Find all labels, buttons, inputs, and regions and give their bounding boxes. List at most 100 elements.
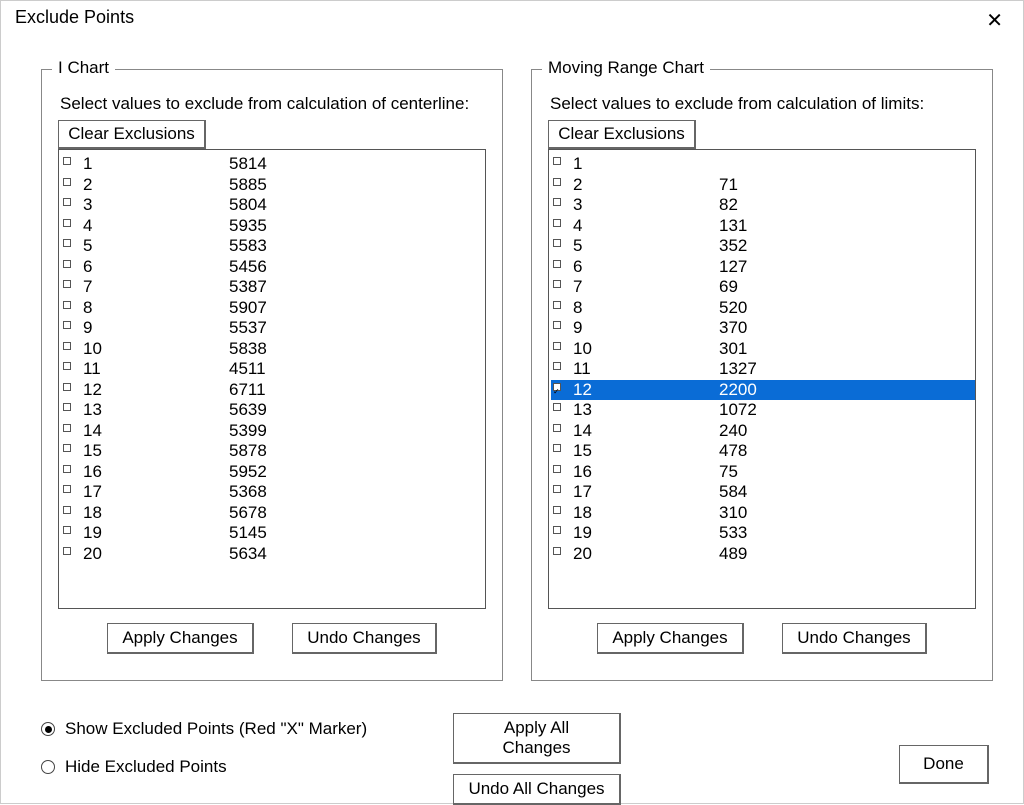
mr-chart-row[interactable]: 271	[551, 175, 975, 196]
checkbox-icon[interactable]	[63, 178, 71, 186]
checkbox-icon[interactable]	[63, 383, 71, 391]
mr-chart-row[interactable]: 8520	[551, 298, 975, 319]
i-chart-row[interactable]: 35804	[61, 195, 485, 216]
close-icon[interactable]: ✕	[986, 11, 1003, 31]
checkbox-icon[interactable]	[63, 157, 71, 165]
checkbox-icon[interactable]	[553, 321, 561, 329]
mr-chart-row[interactable]: 1675	[551, 462, 975, 483]
mr-chart-row[interactable]: 20489	[551, 544, 975, 565]
i-chart-row[interactable]: 145399	[61, 421, 485, 442]
checkbox-icon[interactable]	[63, 362, 71, 370]
checkbox-icon[interactable]	[553, 239, 561, 247]
row-index: 14	[571, 421, 719, 442]
row-value: 5145	[229, 523, 485, 544]
mr-chart-row[interactable]: 18310	[551, 503, 975, 524]
row-index: 9	[571, 318, 719, 339]
checkbox-icon[interactable]	[63, 465, 71, 473]
checkbox-icon[interactable]	[63, 280, 71, 288]
checkbox-icon[interactable]	[553, 424, 561, 432]
mr-chart-row[interactable]: 14240	[551, 421, 975, 442]
i-chart-row[interactable]: 15814	[61, 154, 485, 175]
checkbox-icon[interactable]	[553, 547, 561, 555]
i-chart-clear-button[interactable]: Clear Exclusions	[58, 120, 206, 149]
checkbox-icon[interactable]	[63, 239, 71, 247]
checkbox-icon[interactable]	[553, 198, 561, 206]
mr-chart-row[interactable]: 10301	[551, 339, 975, 360]
checkbox-icon[interactable]	[553, 485, 561, 493]
mr-chart-row[interactable]: 111327	[551, 359, 975, 380]
i-chart-row[interactable]: 114511	[61, 359, 485, 380]
checkbox-icon[interactable]	[553, 444, 561, 452]
mr-chart-undo-button[interactable]: Undo Changes	[782, 623, 926, 654]
checkbox-icon[interactable]	[63, 444, 71, 452]
mr-chart-row[interactable]: 122200	[551, 380, 975, 401]
mr-chart-row[interactable]: 1	[551, 154, 975, 175]
row-index: 16	[571, 462, 719, 483]
i-chart-row[interactable]: 126711	[61, 380, 485, 401]
i-chart-row[interactable]: 165952	[61, 462, 485, 483]
checkbox-icon[interactable]	[63, 301, 71, 309]
i-chart-row[interactable]: 195145	[61, 523, 485, 544]
i-chart-row[interactable]: 75387	[61, 277, 485, 298]
done-button[interactable]: Done	[899, 745, 989, 784]
i-chart-row[interactable]: 45935	[61, 216, 485, 237]
i-chart-row[interactable]: 55583	[61, 236, 485, 257]
mr-chart-apply-button[interactable]: Apply Changes	[597, 623, 743, 654]
i-chart-row[interactable]: 95537	[61, 318, 485, 339]
checkbox-icon[interactable]	[63, 485, 71, 493]
mr-chart-row[interactable]: 6127	[551, 257, 975, 278]
i-chart-row[interactable]: 135639	[61, 400, 485, 421]
i-chart-row[interactable]: 175368	[61, 482, 485, 503]
i-chart-apply-button[interactable]: Apply Changes	[107, 623, 253, 654]
checkbox-icon[interactable]	[63, 260, 71, 268]
checkbox-icon[interactable]	[553, 219, 561, 227]
checkbox-icon[interactable]	[63, 526, 71, 534]
checkbox-icon[interactable]	[553, 465, 561, 473]
undo-all-button[interactable]: Undo All Changes	[453, 774, 621, 805]
mr-chart-row[interactable]: 131072	[551, 400, 975, 421]
mr-chart-clear-button[interactable]: Clear Exclusions	[548, 120, 696, 149]
i-chart-list[interactable]: 1581425885358044593555583654567538785907…	[58, 149, 486, 609]
checkbox-icon[interactable]	[63, 403, 71, 411]
mr-chart-row[interactable]: 382	[551, 195, 975, 216]
row-value: 5935	[229, 216, 485, 237]
mr-chart-row[interactable]: 19533	[551, 523, 975, 544]
checkbox-icon[interactable]	[553, 383, 561, 391]
i-chart-row[interactable]: 155878	[61, 441, 485, 462]
checkbox-icon[interactable]	[553, 506, 561, 514]
checkbox-icon[interactable]	[553, 280, 561, 288]
checkbox-icon[interactable]	[63, 198, 71, 206]
mr-chart-row[interactable]: 4131	[551, 216, 975, 237]
checkbox-icon[interactable]	[553, 526, 561, 534]
mr-chart-list[interactable]: 1271382413153526127769852093701030111132…	[548, 149, 976, 609]
checkbox-icon[interactable]	[63, 424, 71, 432]
i-chart-row[interactable]: 185678	[61, 503, 485, 524]
i-chart-row[interactable]: 85907	[61, 298, 485, 319]
row-value: 5804	[229, 195, 485, 216]
mr-chart-row[interactable]: 17584	[551, 482, 975, 503]
mr-chart-row[interactable]: 769	[551, 277, 975, 298]
checkbox-icon[interactable]	[553, 403, 561, 411]
i-chart-row[interactable]: 25885	[61, 175, 485, 196]
i-chart-row[interactable]: 65456	[61, 257, 485, 278]
checkbox-icon[interactable]	[63, 547, 71, 555]
checkbox-icon[interactable]	[63, 342, 71, 350]
checkbox-icon[interactable]	[63, 219, 71, 227]
checkbox-icon[interactable]	[553, 301, 561, 309]
mr-chart-row[interactable]: 9370	[551, 318, 975, 339]
checkbox-icon[interactable]	[553, 178, 561, 186]
checkbox-icon[interactable]	[553, 260, 561, 268]
radio-show-excluded[interactable]: Show Excluded Points (Red "X" Marker)	[41, 719, 367, 739]
mr-chart-row[interactable]: 15478	[551, 441, 975, 462]
checkbox-icon[interactable]	[553, 157, 561, 165]
i-chart-undo-button[interactable]: Undo Changes	[292, 623, 436, 654]
radio-hide-excluded[interactable]: Hide Excluded Points	[41, 757, 367, 777]
apply-all-button[interactable]: Apply All Changes	[453, 713, 621, 764]
checkbox-icon[interactable]	[553, 362, 561, 370]
mr-chart-row[interactable]: 5352	[551, 236, 975, 257]
checkbox-icon[interactable]	[553, 342, 561, 350]
checkbox-icon[interactable]	[63, 321, 71, 329]
i-chart-row[interactable]: 105838	[61, 339, 485, 360]
i-chart-row[interactable]: 205634	[61, 544, 485, 565]
checkbox-icon[interactable]	[63, 506, 71, 514]
